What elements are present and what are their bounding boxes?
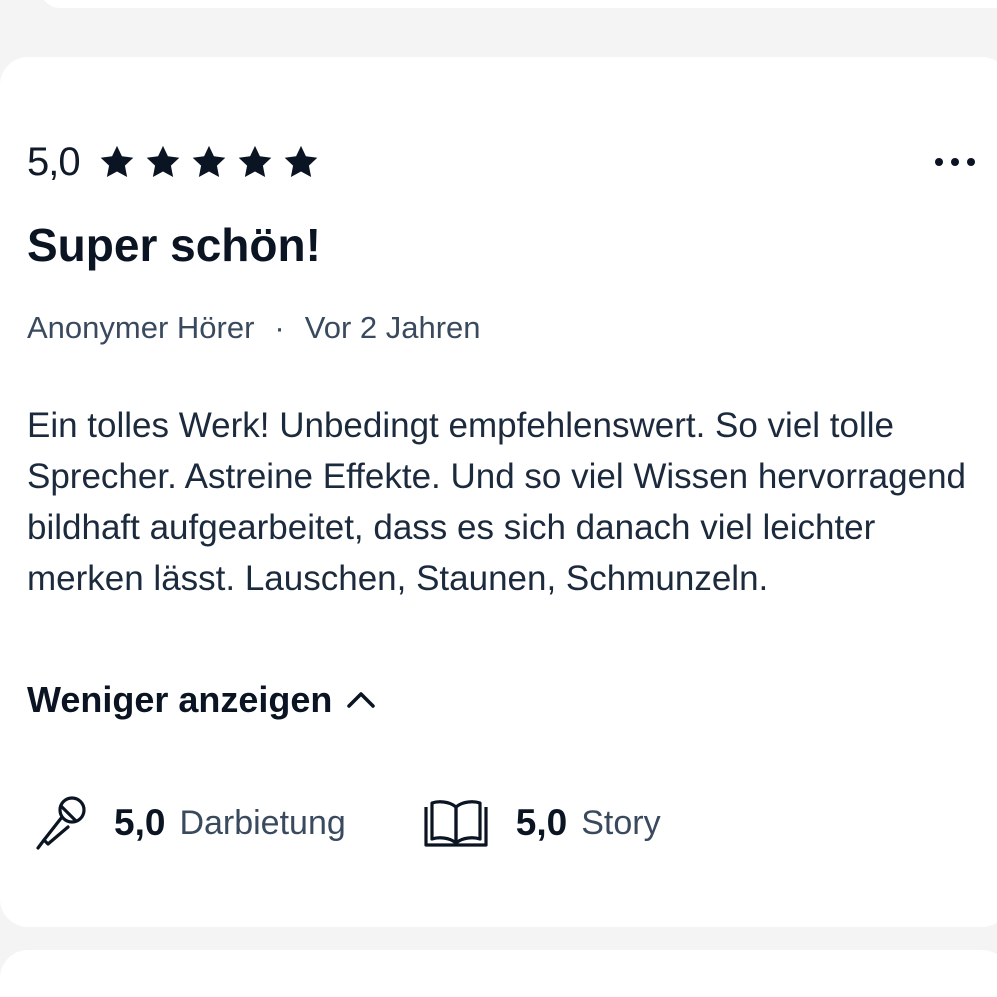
performance-value: 5,0 bbox=[114, 802, 166, 843]
performance-label: Darbietung bbox=[179, 803, 346, 842]
sub-ratings: 5,0 Darbietung 5,0 Story bbox=[34, 792, 661, 854]
rating-value: 5,0 bbox=[27, 139, 81, 184]
show-less-label: Weniger anzeigen bbox=[27, 679, 333, 720]
performance-rating: 5,0 Darbietung bbox=[34, 794, 346, 852]
page: 5,0 Super schön! Anonymer Hörer · Vor 2 … bbox=[0, 0, 997, 997]
previous-review-card bbox=[40, 0, 997, 8]
review-date: Vor 2 Jahren bbox=[304, 310, 481, 345]
star-icon bbox=[192, 145, 225, 178]
review-text: Ein tolles Werk! Unbedingt empfehlenswer… bbox=[27, 406, 967, 598]
star-icon bbox=[284, 145, 317, 178]
star-icon bbox=[100, 145, 133, 178]
more-options-button[interactable] bbox=[930, 150, 980, 174]
overall-rating: 5,0 bbox=[27, 138, 328, 186]
open-book-icon bbox=[424, 800, 488, 847]
more-horizontal-icon bbox=[935, 158, 975, 166]
star-rating bbox=[98, 143, 328, 181]
review-meta: Anonymer Hörer · Vor 2 Jahren bbox=[27, 310, 481, 346]
microphone-icon bbox=[36, 796, 86, 850]
chevron-up-icon bbox=[347, 692, 376, 708]
next-review-card bbox=[0, 950, 997, 997]
review-title: Super schön! bbox=[27, 219, 321, 271]
story-rating: 5,0 Story bbox=[422, 797, 661, 849]
story-value: 5,0 bbox=[515, 802, 568, 843]
meta-separator: · bbox=[274, 310, 285, 345]
review-author: Anonymer Hörer bbox=[27, 310, 255, 345]
star-icon bbox=[238, 145, 271, 178]
story-label: Story bbox=[581, 803, 661, 842]
star-icon bbox=[146, 145, 179, 178]
show-less-button[interactable]: Weniger anzeigen bbox=[27, 676, 376, 724]
